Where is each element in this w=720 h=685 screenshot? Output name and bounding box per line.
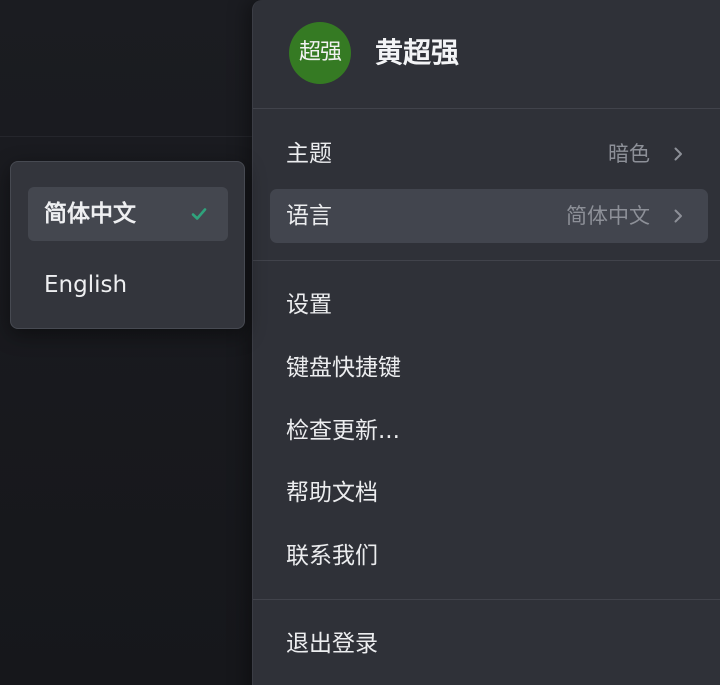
menu-divider — [253, 108, 720, 109]
menu-item-language-label: 语言 — [286, 203, 332, 229]
menu-item-logout[interactable]: 退出登录 — [270, 617, 708, 671]
language-option-label: English — [44, 272, 128, 298]
checkmark-icon — [191, 208, 207, 220]
menu-item-contact-us[interactable]: 联系我们 — [270, 529, 708, 583]
avatar[interactable]: 超强 — [289, 22, 351, 84]
language-option-zh-cn[interactable]: 简体中文 — [28, 187, 228, 241]
menu-item-language[interactable]: 语言 简体中文 — [270, 189, 708, 243]
account-header: 超强 黄超强 — [253, 0, 720, 108]
menu-item-settings-label: 设置 — [286, 292, 332, 318]
app-background: 超强 黄超强 主题 暗色 语言 简体中文 设置 键盘快捷键 检查更新... 帮助… — [0, 0, 720, 685]
menu-item-check-updates-label: 检查更新... — [286, 418, 400, 444]
menu-item-keyboard-shortcuts[interactable]: 键盘快捷键 — [270, 341, 708, 395]
language-option-english[interactable]: English — [28, 258, 228, 312]
menu-item-help-docs[interactable]: 帮助文档 — [270, 466, 708, 520]
user-name: 黄超强 — [375, 36, 460, 69]
language-option-label: 简体中文 — [44, 201, 136, 227]
menu-item-theme[interactable]: 主题 暗色 — [270, 127, 708, 181]
chevron-right-icon — [674, 209, 682, 223]
menu-item-contact-us-label: 联系我们 — [286, 543, 378, 569]
language-submenu: 简体中文 English — [10, 161, 245, 329]
menu-item-help-docs-label: 帮助文档 — [286, 480, 378, 506]
account-menu: 超强 黄超强 主题 暗色 语言 简体中文 设置 键盘快捷键 检查更新... 帮助… — [252, 0, 720, 685]
menu-item-settings[interactable]: 设置 — [270, 278, 708, 332]
menu-item-keyboard-shortcuts-label: 键盘快捷键 — [286, 355, 401, 381]
menu-item-check-updates[interactable]: 检查更新... — [270, 404, 708, 458]
background-divider — [0, 136, 252, 137]
menu-item-language-value: 简体中文 — [566, 204, 650, 228]
menu-divider — [253, 599, 720, 600]
chevron-right-icon — [674, 147, 682, 161]
menu-item-logout-label: 退出登录 — [286, 631, 378, 657]
menu-item-theme-value: 暗色 — [608, 142, 650, 166]
menu-divider — [253, 260, 720, 261]
menu-item-theme-label: 主题 — [286, 141, 332, 167]
